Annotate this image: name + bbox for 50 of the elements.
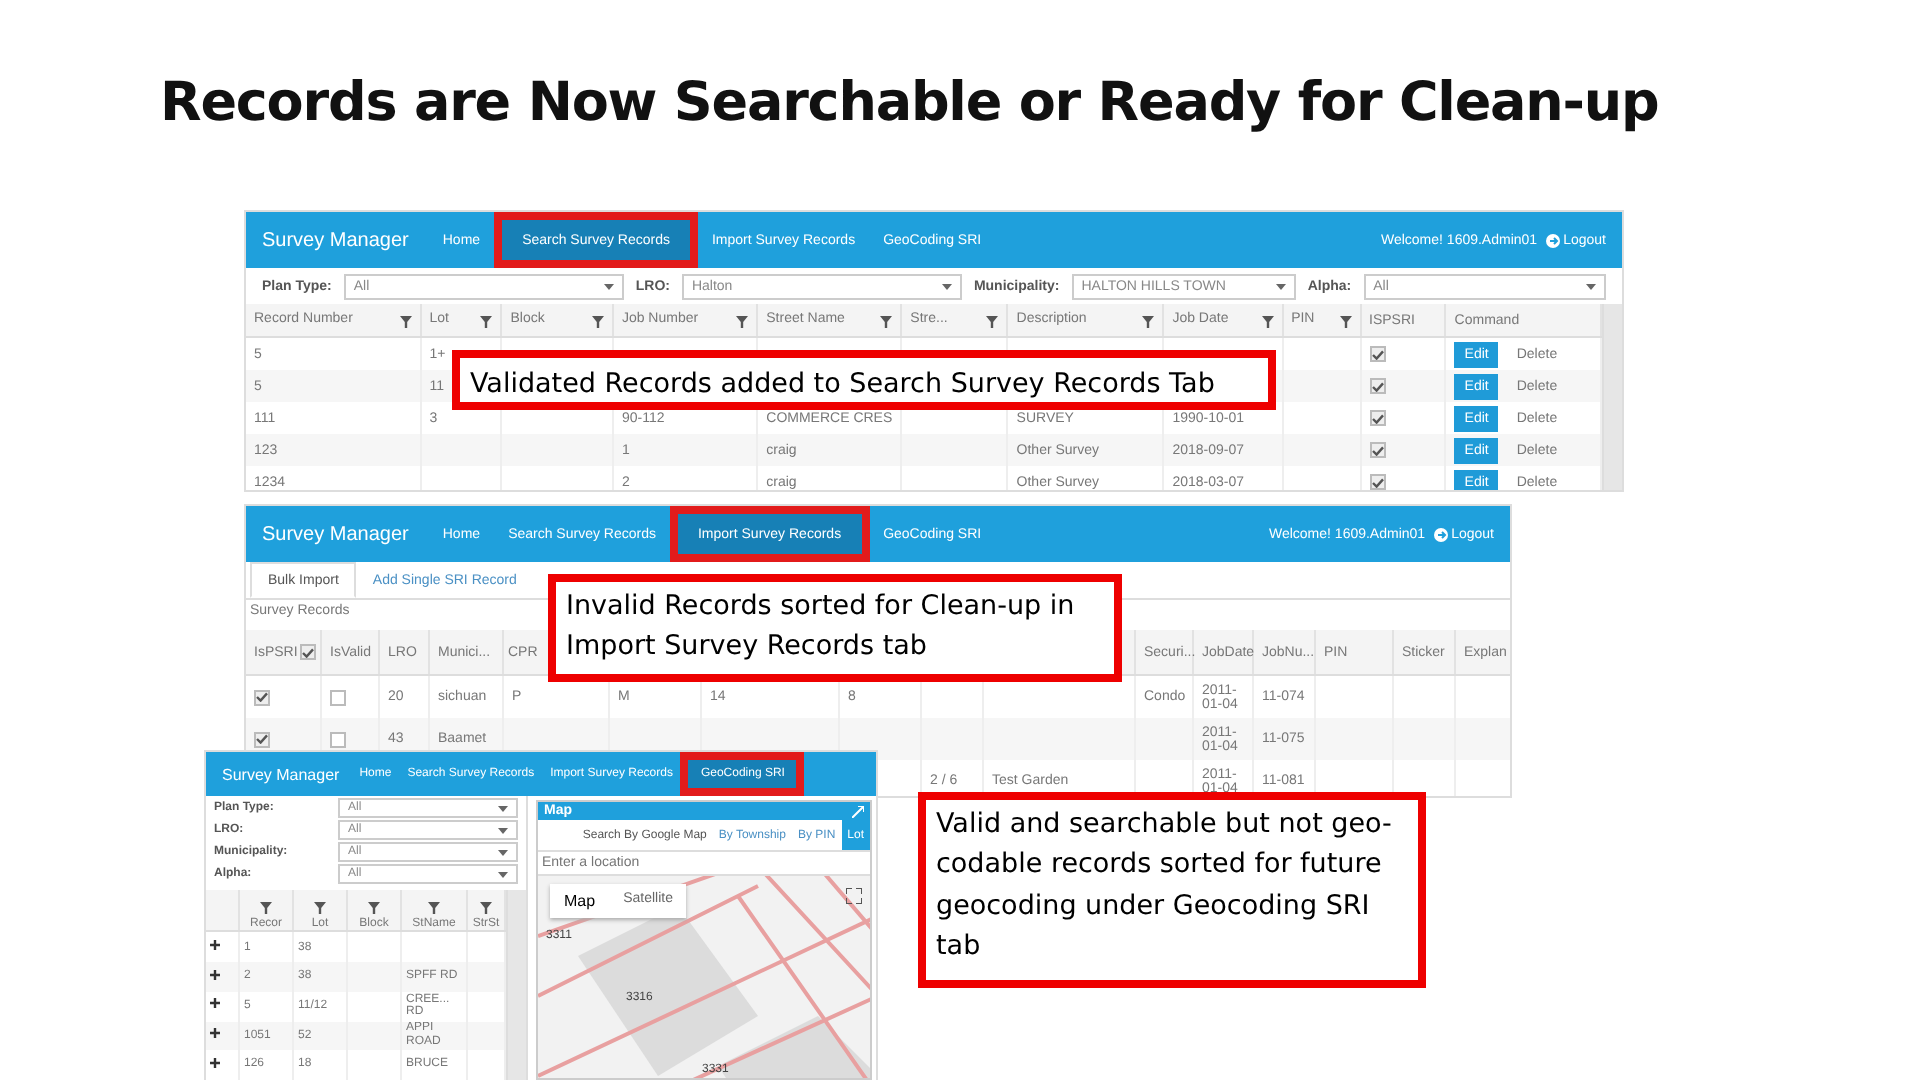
logout-icon: [1433, 527, 1448, 541]
checkbox[interactable]: [1369, 474, 1386, 490]
expand-icon: [210, 969, 220, 980]
checkbox[interactable]: [1369, 378, 1386, 394]
check-icon: [1371, 445, 1384, 455]
expand-icon: [210, 1028, 220, 1039]
checkbox[interactable]: [330, 689, 346, 705]
map-type-button[interactable]: Map: [550, 884, 610, 918]
caret-icon: [1275, 283, 1286, 289]
app-title: Survey Manager: [262, 229, 409, 251]
checkbox[interactable]: [1369, 442, 1386, 458]
scrollbar[interactable]: [1602, 304, 1622, 490]
check-icon: [301, 647, 314, 657]
checkbox[interactable]: [254, 689, 270, 705]
expand-icon: [210, 1057, 220, 1068]
filter-icon: [314, 902, 326, 915]
caret-icon: [603, 283, 614, 289]
checkbox[interactable]: [254, 731, 270, 747]
checkbox[interactable]: [299, 644, 316, 660]
filter-icon: [368, 902, 380, 915]
caret-icon: [941, 283, 952, 289]
check-icon: [256, 734, 268, 744]
slide-title: Records are Now Searchable or Ready for Clean-up: [160, 72, 1659, 134]
expand-icon: [210, 940, 220, 951]
check-icon: [1371, 381, 1384, 391]
checkbox[interactable]: [1369, 410, 1386, 426]
expand-icon: [852, 805, 864, 817]
check-icon: [1371, 413, 1384, 423]
scrollbar[interactable]: [506, 890, 526, 1080]
logout-icon: [1545, 233, 1560, 247]
checkbox[interactable]: [1369, 346, 1386, 362]
checkbox[interactable]: [330, 731, 346, 747]
fullscreen-icon: [846, 888, 862, 904]
app-title: Survey Manager: [262, 523, 409, 545]
caret-icon: [498, 805, 508, 811]
callout-box: Invalid Records sorted for Clean-up in Import Survey Records tab: [548, 574, 1122, 682]
check-icon: [256, 692, 268, 702]
filter-icon: [480, 902, 492, 915]
caret-icon: [498, 827, 508, 833]
expand-icon: [210, 998, 220, 1009]
caret-icon: [498, 871, 508, 877]
app-title: Survey Manager: [222, 765, 340, 783]
check-icon: [1371, 477, 1384, 487]
callout-box: Valid and searchable but not geo-codable records sorted for future geocoding under Geocoding SRI tab: [918, 792, 1426, 988]
callout-box: Validated Records added to Search Survey Records Tab: [452, 350, 1276, 410]
filter-icon: [260, 902, 272, 915]
filter-icon: [428, 902, 440, 915]
caret-icon: [498, 849, 508, 855]
caret-icon: [1586, 283, 1596, 289]
check-icon: [1371, 349, 1384, 359]
